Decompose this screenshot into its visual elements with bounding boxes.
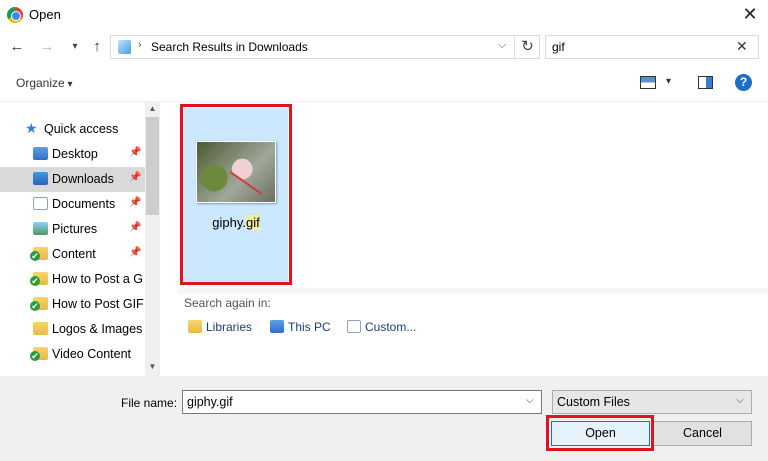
breadcrumb[interactable]: Search Results in Downloads bbox=[151, 40, 308, 54]
close-button[interactable]: ✕ bbox=[738, 3, 762, 25]
search-custom-link[interactable]: Custom... bbox=[347, 320, 416, 334]
sidebar-item-pictures[interactable]: Pictures 📌 bbox=[0, 217, 145, 242]
pin-icon: 📌 bbox=[129, 247, 142, 258]
navigation-pane: ★ Quick access Desktop 📌 Downloads 📌 Doc… bbox=[0, 102, 160, 376]
title-bar: Open ✕ bbox=[0, 0, 768, 30]
section-divider bbox=[178, 288, 768, 294]
recent-locations-button[interactable]: ▾ bbox=[66, 38, 84, 56]
up-folder-button[interactable]: ↑ bbox=[88, 38, 106, 56]
scroll-thumb[interactable] bbox=[146, 117, 159, 215]
search-libraries-link[interactable]: Libraries bbox=[188, 320, 252, 334]
search-query[interactable]: gif bbox=[552, 40, 565, 54]
dialog-footer: File name: giphy.gif ⌵ Custom Files ⌵ Op… bbox=[0, 376, 768, 461]
file-name-value[interactable]: giphy.gif bbox=[187, 395, 233, 409]
chrome-icon bbox=[7, 7, 23, 23]
organize-menu-button[interactable]: Organize bbox=[16, 76, 73, 90]
chevron-down-icon[interactable]: ⌵ bbox=[526, 395, 534, 406]
sidebar-item-downloads[interactable]: Downloads 📌 bbox=[0, 167, 145, 192]
synced-folder-icon bbox=[30, 272, 48, 286]
file-type-value[interactable]: Custom Files bbox=[557, 395, 630, 409]
breadcrumb-separator[interactable]: › bbox=[138, 39, 142, 51]
search-results-icon bbox=[118, 40, 131, 54]
pin-icon: 📌 bbox=[129, 222, 142, 233]
sidebar-item-video-content[interactable]: Video Content bbox=[0, 342, 145, 367]
command-bar: Organize ▾ ? bbox=[0, 64, 768, 102]
sidebar-item-how-to-post-gifs[interactable]: How to Post GIFs bbox=[0, 292, 145, 317]
file-list: giphy.gif Search again in: Libraries Thi… bbox=[164, 102, 768, 376]
synced-folder-icon bbox=[30, 347, 48, 361]
scroll-up-button[interactable]: ▲ bbox=[145, 102, 160, 116]
navigation-bar: ← → ▾ ↑ › Search Results in Downloads ⌵ … bbox=[0, 30, 768, 64]
documents-folder-icon bbox=[33, 197, 48, 210]
sidebar-item-content[interactable]: Content 📌 bbox=[0, 242, 145, 267]
annotation-highlight-box bbox=[546, 415, 654, 451]
pin-icon: 📌 bbox=[129, 147, 142, 158]
search-input[interactable]: gif ✕ bbox=[545, 35, 759, 59]
view-options-dropdown[interactable]: ▾ bbox=[666, 76, 671, 87]
libraries-icon bbox=[188, 320, 202, 333]
change-view-icon[interactable] bbox=[640, 76, 656, 89]
file-type-select[interactable]: Custom Files ⌵ bbox=[552, 390, 752, 414]
sidebar-item-how-to-post-a-gif[interactable]: How to Post a GIF bbox=[0, 267, 145, 292]
file-name-label: File name: bbox=[121, 396, 178, 410]
downloads-folder-icon bbox=[33, 172, 48, 185]
folder-icon bbox=[33, 322, 48, 335]
back-button[interactable]: ← bbox=[8, 38, 26, 56]
sidebar-item-desktop[interactable]: Desktop 📌 bbox=[0, 142, 145, 167]
sidebar-item-quick-access[interactable]: ★ Quick access bbox=[0, 117, 145, 142]
preview-pane-icon[interactable] bbox=[698, 76, 713, 89]
synced-folder-icon bbox=[30, 247, 48, 261]
pictures-folder-icon bbox=[33, 222, 48, 235]
forward-button[interactable]: → bbox=[38, 38, 56, 56]
help-icon[interactable]: ? bbox=[735, 74, 752, 91]
synced-folder-icon bbox=[30, 297, 48, 311]
computer-icon bbox=[270, 320, 284, 333]
search-again-label: Search again in: bbox=[184, 296, 271, 310]
address-dropdown-button[interactable]: ⌵ bbox=[498, 39, 506, 52]
address-bar[interactable]: › Search Results in Downloads ⌵ ↻ bbox=[110, 35, 540, 59]
chevron-down-icon[interactable]: ⌵ bbox=[736, 395, 744, 406]
pin-icon: 📌 bbox=[129, 197, 142, 208]
sidebar-item-label: Video Content bbox=[52, 347, 131, 361]
sidebar-item-documents[interactable]: Documents 📌 bbox=[0, 192, 145, 217]
custom-folder-icon bbox=[347, 320, 361, 333]
sidebar-item-label: How to Post a GIF bbox=[52, 272, 144, 286]
window-title: Open bbox=[29, 7, 61, 22]
pin-icon: 📌 bbox=[129, 172, 142, 183]
sidebar-scrollbar[interactable]: ▲ ▼ bbox=[145, 102, 160, 376]
sidebar-item-label: How to Post GIFs bbox=[52, 297, 144, 311]
desktop-folder-icon bbox=[33, 147, 48, 160]
file-name-input[interactable]: giphy.gif ⌵ bbox=[182, 390, 542, 414]
sidebar-item-logos-images[interactable]: Logos & Images bbox=[0, 317, 145, 342]
scroll-down-button[interactable]: ▼ bbox=[145, 360, 160, 374]
clear-search-button[interactable]: ✕ bbox=[736, 38, 748, 55]
annotation-highlight-box bbox=[180, 104, 292, 285]
star-icon: ★ bbox=[25, 120, 38, 136]
sidebar-item-label: Logos & Images bbox=[52, 322, 143, 336]
cancel-button[interactable]: Cancel bbox=[653, 421, 752, 446]
search-this-pc-link[interactable]: This PC bbox=[270, 320, 331, 334]
sidebar-item-label: Quick access bbox=[44, 122, 119, 136]
refresh-button[interactable]: ↻ bbox=[514, 36, 540, 58]
